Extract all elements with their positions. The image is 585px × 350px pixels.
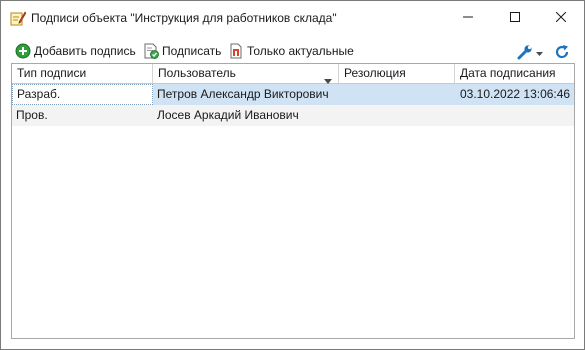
grid-header: Тип подписи Пользователь Резолюция Дата … — [12, 64, 574, 84]
refresh-icon — [554, 44, 570, 60]
cell-date[interactable] — [455, 105, 574, 126]
cell-resolution[interactable] — [339, 105, 455, 126]
cell-date[interactable]: 03.10.2022 13:06:46 — [455, 84, 574, 105]
cell-resolution[interactable] — [339, 84, 455, 105]
sign-document-icon — [143, 43, 159, 59]
wrench-icon — [517, 44, 533, 60]
cell-user[interactable]: Петров Александр Викторович — [153, 84, 339, 105]
only-actual-toggle[interactable]: Только актуальные — [228, 41, 354, 61]
table-row[interactable]: Пров. Лосев Аркадий Иванович — [12, 105, 574, 126]
column-header-type[interactable]: Тип подписи — [12, 64, 153, 83]
minimize-button[interactable] — [445, 1, 491, 33]
add-plus-icon — [15, 43, 31, 59]
column-header-resolution[interactable]: Резолюция — [339, 64, 455, 83]
cell-type[interactable]: Разраб. — [12, 84, 153, 105]
document-filter-icon — [228, 43, 244, 59]
sign-label: Подписать — [162, 44, 222, 58]
chevron-down-icon — [536, 45, 543, 59]
maximize-button[interactable] — [492, 1, 538, 33]
add-signature-label: Добавить подпись — [34, 44, 136, 58]
signatures-grid: Тип подписи Пользователь Резолюция Дата … — [11, 63, 575, 339]
toolbar: Добавить подпись Подписать Только актуал… — [1, 39, 584, 63]
refresh-button[interactable] — [554, 42, 570, 62]
dialog-window: Подписи объекта "Инструкция для работник… — [0, 0, 585, 350]
column-header-user[interactable]: Пользователь — [153, 64, 339, 84]
close-button[interactable] — [538, 1, 584, 33]
close-icon — [556, 12, 566, 22]
table-row[interactable]: Разраб. Петров Александр Викторович 03.1… — [12, 84, 574, 105]
settings-dropdown-button[interactable] — [517, 42, 543, 62]
column-header-user-label: Пользователь — [158, 66, 236, 80]
maximize-icon — [510, 12, 520, 22]
cell-type[interactable]: Пров. — [12, 105, 153, 126]
title-bar[interactable]: Подписи объекта "Инструкция для работник… — [1, 1, 584, 35]
column-header-date[interactable]: Дата подписания — [455, 64, 574, 83]
only-actual-label: Только актуальные — [247, 44, 354, 58]
add-signature-button[interactable]: Добавить подпись — [15, 41, 136, 61]
minimize-icon — [463, 16, 473, 18]
window-title: Подписи объекта "Инструкция для работник… — [31, 11, 337, 25]
signature-pen-icon — [10, 10, 27, 26]
cell-user[interactable]: Лосев Аркадий Иванович — [153, 105, 339, 126]
sign-button[interactable]: Подписать — [143, 41, 221, 61]
